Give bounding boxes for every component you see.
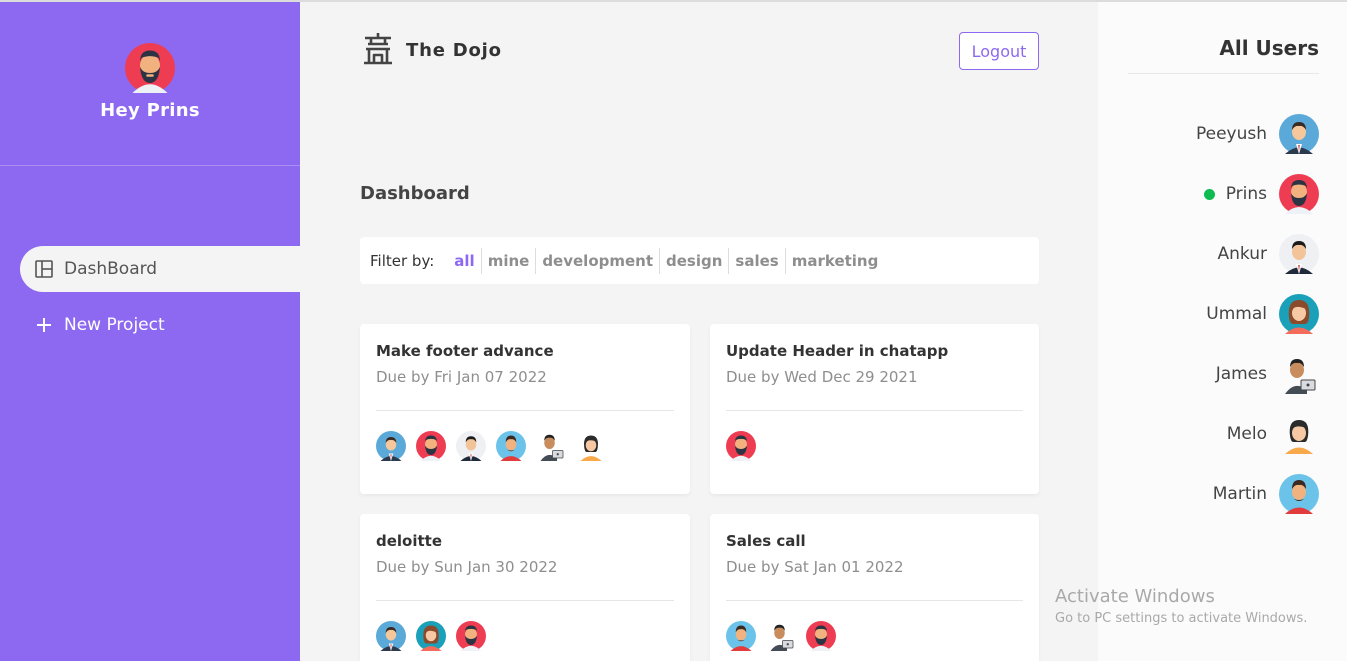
online-status-dot xyxy=(1203,188,1215,200)
project-due-date: Due by Sun Jan 30 2022 xyxy=(376,558,558,576)
avatar-prins xyxy=(416,431,446,461)
filter-option-all[interactable]: all xyxy=(448,247,482,274)
avatar-peeyush xyxy=(1279,114,1319,154)
filter-bar: Filter by: all mine development design s… xyxy=(360,237,1039,284)
project-due-date: Due by Fri Jan 07 2022 xyxy=(376,368,547,386)
logout-button[interactable]: Logout xyxy=(959,32,1039,70)
user-name: Ummal xyxy=(1206,304,1267,324)
project-due-date: Due by Wed Dec 29 2021 xyxy=(726,368,918,386)
watermark-subtitle: Go to PC settings to activate Windows. xyxy=(1055,611,1308,626)
plus-icon xyxy=(34,315,54,335)
dashboard-icon xyxy=(34,259,54,279)
avatar-ummal xyxy=(1279,294,1319,334)
user-name: Martin xyxy=(1212,484,1267,504)
project-card[interactable]: Make footer advance Due by Fri Jan 07 20… xyxy=(360,324,690,494)
user-greeting: Hey Prins xyxy=(100,100,200,121)
sidebar-user-block: Hey Prins xyxy=(0,2,300,166)
assignee-list xyxy=(726,621,846,651)
avatar-prins xyxy=(726,431,756,461)
avatar-james xyxy=(1279,354,1319,394)
avatar-ankur xyxy=(1279,234,1319,274)
project-due-date: Due by Sat Jan 01 2022 xyxy=(726,558,904,576)
users-panel-title: All Users xyxy=(1219,36,1319,60)
filter-option-marketing[interactable]: marketing xyxy=(786,248,885,274)
avatar-martin xyxy=(1279,474,1319,514)
users-panel: All Users Peeyush Prins Ankur Ummal Jame… xyxy=(1098,2,1347,661)
avatar-melo xyxy=(1279,414,1319,454)
user-name: Ankur xyxy=(1217,244,1268,264)
user-list-item-peeyush[interactable]: Peeyush xyxy=(1196,114,1319,154)
filter-label: Filter by: xyxy=(370,251,435,270)
project-title: Update Header in chatapp xyxy=(726,342,949,360)
nav-item-dashboard[interactable]: DashBoard xyxy=(20,246,300,292)
project-title: Sales call xyxy=(726,532,806,550)
avatar-james xyxy=(536,431,566,461)
users-panel-divider xyxy=(1128,73,1319,74)
user-name: James xyxy=(1215,364,1267,384)
avatar-prins xyxy=(806,621,836,651)
project-card[interactable]: deloitte Due by Sun Jan 30 2022 xyxy=(360,514,690,661)
project-card[interactable]: Sales call Due by Sat Jan 01 2022 xyxy=(710,514,1039,661)
sidebar: Hey Prins DashBoard New Project xyxy=(0,2,300,661)
watermark-title: Activate Windows xyxy=(1055,586,1215,607)
nav-item-new-project[interactable]: New Project xyxy=(20,302,300,348)
avatar-james xyxy=(766,621,796,651)
user-name: Prins xyxy=(1225,184,1267,204)
user-list-item-ummal[interactable]: Ummal xyxy=(1206,294,1319,334)
app-brand: The Dojo xyxy=(406,40,502,61)
user-list-item-prins[interactable]: Prins xyxy=(1203,174,1319,214)
card-divider xyxy=(726,600,1023,601)
current-user-avatar xyxy=(125,43,175,93)
user-list-item-martin[interactable]: Martin xyxy=(1213,474,1319,514)
assignee-list xyxy=(376,621,496,651)
main-content: The Dojo Logout Dashboard Filter by: all… xyxy=(300,2,1098,661)
avatar-martin xyxy=(726,621,756,651)
filter-option-mine[interactable]: mine xyxy=(482,247,537,274)
user-name: Melo xyxy=(1226,424,1267,444)
nav-item-label: DashBoard xyxy=(64,259,158,279)
avatar-peeyush xyxy=(376,431,406,461)
card-divider xyxy=(376,600,674,601)
nav-item-label: New Project xyxy=(64,315,165,335)
avatar-martin xyxy=(496,431,526,461)
user-name: Peeyush xyxy=(1195,124,1267,144)
project-card[interactable]: Update Header in chatapp Due by Wed Dec … xyxy=(710,324,1039,494)
filter-option-development[interactable]: development xyxy=(536,247,661,274)
temple-icon xyxy=(360,31,396,67)
page-title: Dashboard xyxy=(360,183,470,204)
card-divider xyxy=(726,410,1023,411)
filter-option-sales[interactable]: sales xyxy=(729,247,786,274)
user-list-item-ankur[interactable]: Ankur xyxy=(1217,234,1319,274)
project-title: Make footer advance xyxy=(376,342,554,360)
filter-option-design[interactable]: design xyxy=(660,247,730,274)
user-list-item-james[interactable]: James xyxy=(1216,354,1319,394)
avatar-peeyush xyxy=(376,621,406,651)
project-title: deloitte xyxy=(376,532,443,550)
windows-activation-watermark: Activate Windows Go to PC settings to ac… xyxy=(1055,586,1307,626)
card-divider xyxy=(376,410,674,411)
assignee-list xyxy=(376,431,616,461)
assignee-list xyxy=(726,431,766,461)
avatar-prins xyxy=(456,621,486,651)
avatar-ankur xyxy=(456,431,486,461)
avatar-melo xyxy=(576,431,606,461)
avatar-ummal xyxy=(416,621,446,651)
user-list-item-melo[interactable]: Melo xyxy=(1227,414,1319,454)
avatar-prins xyxy=(1279,174,1319,214)
